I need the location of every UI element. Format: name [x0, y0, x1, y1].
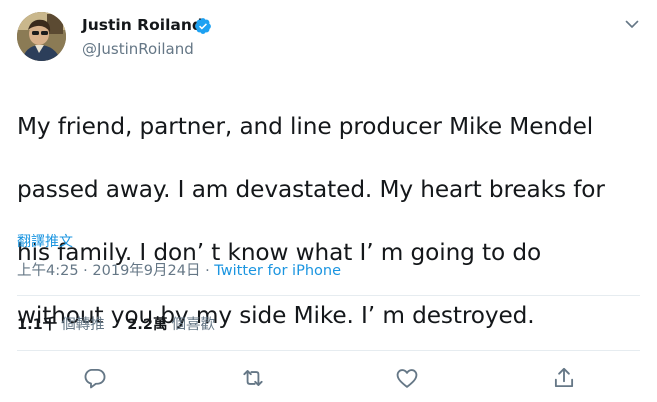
tweet-card: Justin Roiland @JustinRoiland My friend,… — [0, 0, 657, 402]
display-name[interactable]: Justin Roiland — [82, 16, 203, 34]
retweets-count: 1.1千 — [17, 317, 58, 333]
divider — [17, 350, 640, 351]
retweets-label: 個轉推 — [61, 317, 105, 333]
share-icon[interactable] — [551, 365, 577, 391]
tweet-stats: 1.1千 個轉推 2.2萬 個喜歡 — [17, 313, 233, 334]
avatar[interactable] — [17, 12, 66, 61]
heart-icon[interactable] — [394, 365, 420, 391]
tweet-time[interactable]: 上午4:25 — [17, 263, 79, 279]
tweet-source-link[interactable]: Twitter for iPhone — [214, 263, 341, 279]
chevron-down-icon[interactable] — [624, 16, 640, 32]
reply-icon[interactable] — [82, 365, 108, 391]
retweet-icon[interactable] — [240, 365, 266, 391]
meta-separator: · — [83, 263, 88, 279]
tweet-text-line: My friend, partner, and line producer Mi… — [17, 112, 594, 140]
likes-stat[interactable]: 2.2萬 個喜歡 — [127, 313, 215, 334]
user-handle[interactable]: @JustinRoiland — [82, 40, 194, 58]
tweet-date[interactable]: 2019年9月24日 — [92, 263, 200, 279]
verified-badge-icon — [194, 17, 212, 35]
likes-label: 個喜歡 — [171, 317, 215, 333]
translate-tweet-link[interactable]: 翻譯推文 — [17, 231, 73, 251]
tweet-text-line: passed away. I am devastated. My heart b… — [17, 175, 605, 203]
retweets-stat[interactable]: 1.1千 個轉推 — [17, 313, 105, 334]
likes-count: 2.2萬 — [127, 317, 168, 333]
meta-separator: · — [205, 263, 210, 279]
divider — [17, 295, 640, 296]
tweet-meta: 上午4:25 · 2019年9月24日 · Twitter for iPhone — [17, 259, 341, 280]
